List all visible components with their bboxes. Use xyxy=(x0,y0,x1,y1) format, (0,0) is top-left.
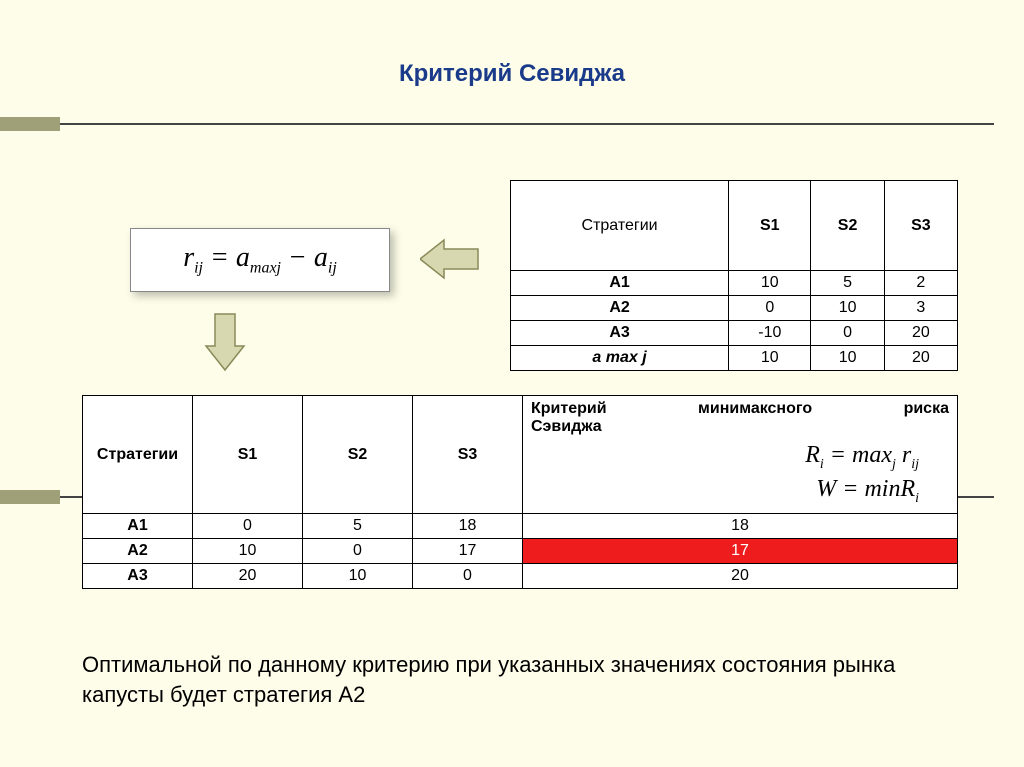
payoff-table: Стратегии S1 S2 S3 А1 10 5 2 А2 0 10 3 А… xyxy=(510,180,958,371)
cell: 20 xyxy=(193,564,303,589)
table2-col-s3: S3 xyxy=(413,396,523,514)
cell: -10 xyxy=(729,321,811,346)
table-row: А2 0 10 3 xyxy=(511,296,958,321)
cell: 10 xyxy=(811,296,884,321)
table1-col-s3: S3 xyxy=(884,181,957,271)
row-label: А1 xyxy=(83,514,193,539)
cell: 2 xyxy=(884,271,957,296)
cell: 0 xyxy=(729,296,811,321)
cell: 0 xyxy=(193,514,303,539)
cell: 20 xyxy=(884,321,957,346)
table2-col-s2: S2 xyxy=(303,396,413,514)
regret-table: Стратегии S1 S2 S3 Критерий минимаксного… xyxy=(82,395,958,589)
row-label: a max j xyxy=(511,346,729,371)
table-row: А1 0 5 18 18 xyxy=(83,514,958,539)
row-label: А3 xyxy=(511,321,729,346)
table2-col-s1: S1 xyxy=(193,396,303,514)
formula-box: rij = amaxj − aij xyxy=(130,228,390,292)
row-label: А3 xyxy=(83,564,193,589)
arrow-down-icon xyxy=(200,312,250,372)
table1-col-s2: S2 xyxy=(811,181,884,271)
accent-bar-top xyxy=(0,117,60,131)
crit-formula-1: Ri = maxj rij xyxy=(531,440,919,474)
result-cell: 20 xyxy=(523,564,958,589)
cell: 17 xyxy=(413,539,523,564)
cell: 18 xyxy=(413,514,523,539)
table-row: a max j 10 10 20 xyxy=(511,346,958,371)
result-cell: 18 xyxy=(523,514,958,539)
table-row: А3 20 10 0 20 xyxy=(83,564,958,589)
crit-formula-2: W = minRi xyxy=(531,474,919,508)
table-row: А1 10 5 2 xyxy=(511,271,958,296)
cell: 0 xyxy=(413,564,523,589)
cell: 10 xyxy=(729,271,811,296)
divider-top xyxy=(60,123,994,125)
crit-word-3: риска xyxy=(904,400,949,418)
crit-word-2: минимаксного xyxy=(698,400,812,418)
row-label: А2 xyxy=(83,539,193,564)
cell: 5 xyxy=(303,514,413,539)
cell: 20 xyxy=(884,346,957,371)
table1-col-s1: S1 xyxy=(729,181,811,271)
cell: 10 xyxy=(193,539,303,564)
cell: 0 xyxy=(811,321,884,346)
table2-header-strategies: Стратегии xyxy=(83,396,193,514)
accent-bar-bottom xyxy=(0,490,60,504)
cell: 0 xyxy=(303,539,413,564)
result-cell-highlight: 17 xyxy=(523,539,958,564)
slide-title: Критерий Севиджа xyxy=(0,0,1024,88)
table2-criterion-header: Критерий минимаксного риска Сэвиджа Ri =… xyxy=(523,396,958,514)
cell: 10 xyxy=(811,346,884,371)
formula-text: rij = amaxj − aij xyxy=(183,242,337,278)
crit-word-1: Критерий xyxy=(531,400,607,418)
crit-word-4: Сэвиджа xyxy=(531,418,949,436)
row-label: А2 xyxy=(511,296,729,321)
table1-header-strategies: Стратегии xyxy=(511,181,729,271)
table-row: А2 10 0 17 17 xyxy=(83,539,958,564)
table-row: А3 -10 0 20 xyxy=(511,321,958,346)
arrow-left-icon xyxy=(420,234,480,284)
cell: 5 xyxy=(811,271,884,296)
row-label: А1 xyxy=(511,271,729,296)
conclusion-text: Оптимальной по данному критерию при указ… xyxy=(82,650,922,709)
cell: 10 xyxy=(303,564,413,589)
cell: 3 xyxy=(884,296,957,321)
cell: 10 xyxy=(729,346,811,371)
